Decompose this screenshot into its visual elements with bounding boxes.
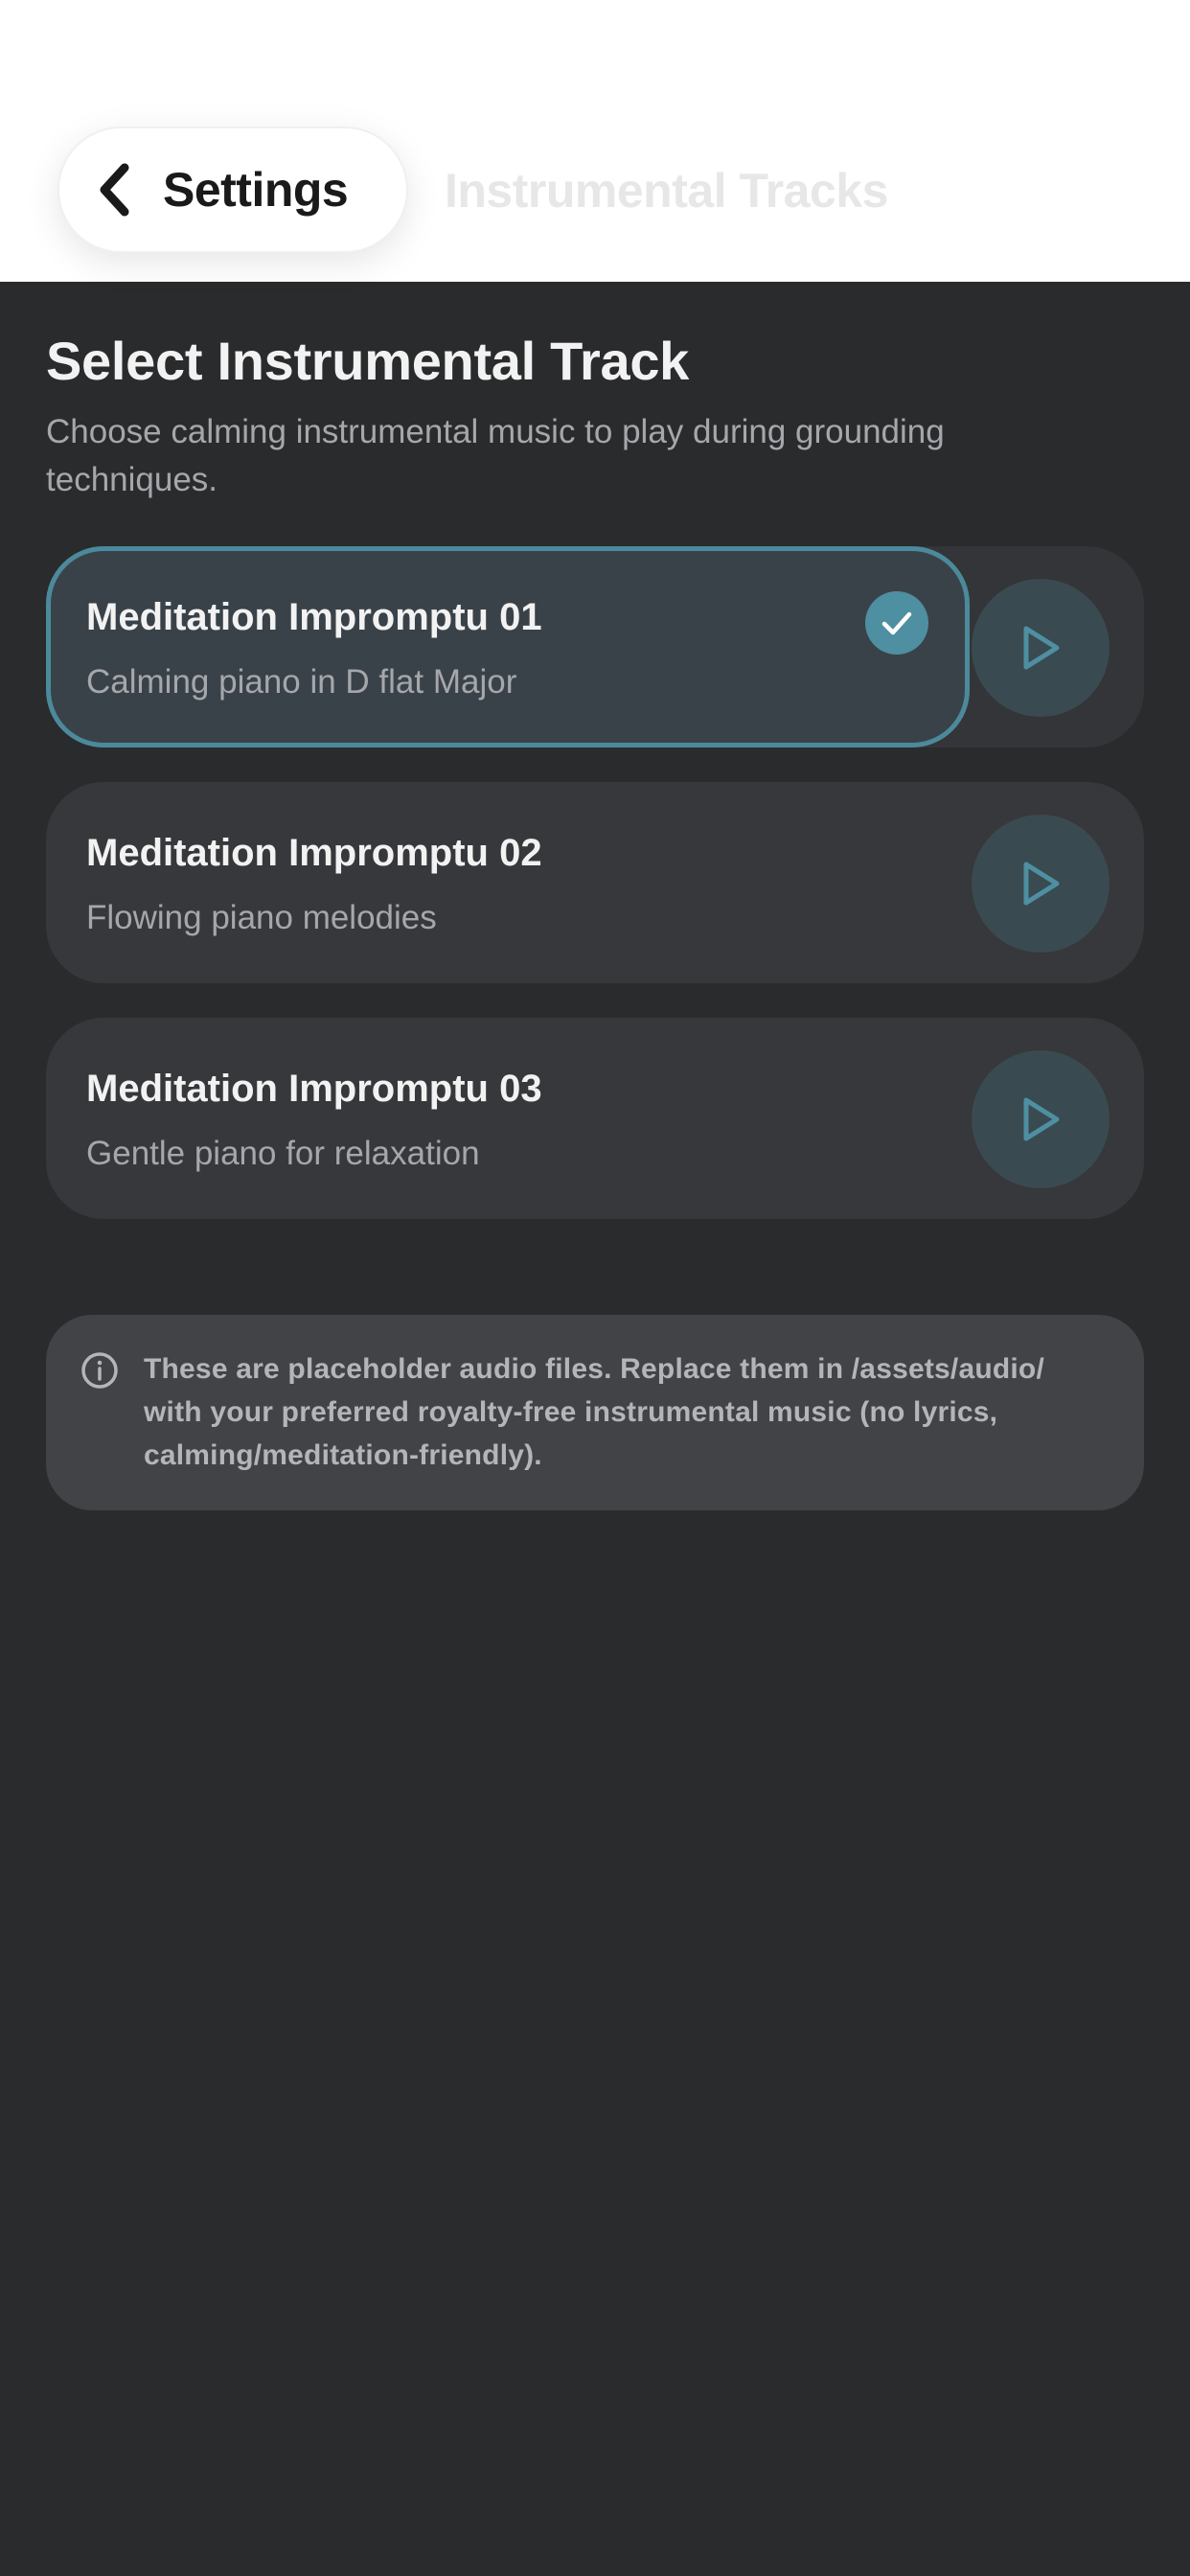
main-content: Select Instrumental Track Choose calming…	[46, 330, 1144, 504]
info-notice: These are placeholder audio files. Repla…	[46, 1315, 1144, 1510]
chevron-left-icon	[94, 163, 134, 217]
page-subtitle: Choose calming instrumental music to pla…	[46, 413, 945, 498]
info-text: These are placeholder audio files. Repla…	[144, 1353, 1044, 1471]
header-title: Instrumental Tracks	[445, 164, 888, 218]
track-name: Meditation Impromptu 02	[86, 832, 542, 874]
info-icon	[81, 1352, 118, 1389]
track-select-2[interactable]: Meditation Impromptu 02 Flowing piano me…	[46, 782, 970, 983]
page-title: Select Instrumental Track	[46, 331, 690, 391]
track-description: Calming piano in D flat Major	[86, 663, 517, 701]
back-button[interactable]: Settings	[57, 126, 408, 253]
track-description: Gentle piano for relaxation	[86, 1135, 480, 1172]
track-list: Meditation Impromptu 01 Calming piano in…	[46, 546, 1144, 1254]
track-card-2: Meditation Impromptu 02 Flowing piano me…	[46, 782, 1144, 983]
track-name: Meditation Impromptu 03	[86, 1068, 542, 1110]
play-icon	[1023, 1097, 1060, 1141]
track-description: Flowing piano melodies	[86, 899, 437, 936]
play-button-3[interactable]	[972, 1050, 1110, 1188]
track-select-3[interactable]: Meditation Impromptu 03 Gentle piano for…	[46, 1018, 970, 1219]
navigation-header: Settings Instrumental Tracks	[0, 0, 1190, 282]
back-button-label: Settings	[163, 163, 349, 217]
checkmark-icon	[865, 591, 928, 655]
play-button-1[interactable]	[972, 579, 1110, 717]
play-icon	[1023, 626, 1060, 670]
track-card-3: Meditation Impromptu 03 Gentle piano for…	[46, 1018, 1144, 1219]
track-select-1[interactable]: Meditation Impromptu 01 Calming piano in…	[46, 546, 970, 748]
track-name: Meditation Impromptu 01	[86, 596, 542, 638]
play-button-2[interactable]	[972, 815, 1110, 953]
play-icon	[1023, 862, 1060, 906]
track-card-1: Meditation Impromptu 01 Calming piano in…	[46, 546, 1144, 748]
